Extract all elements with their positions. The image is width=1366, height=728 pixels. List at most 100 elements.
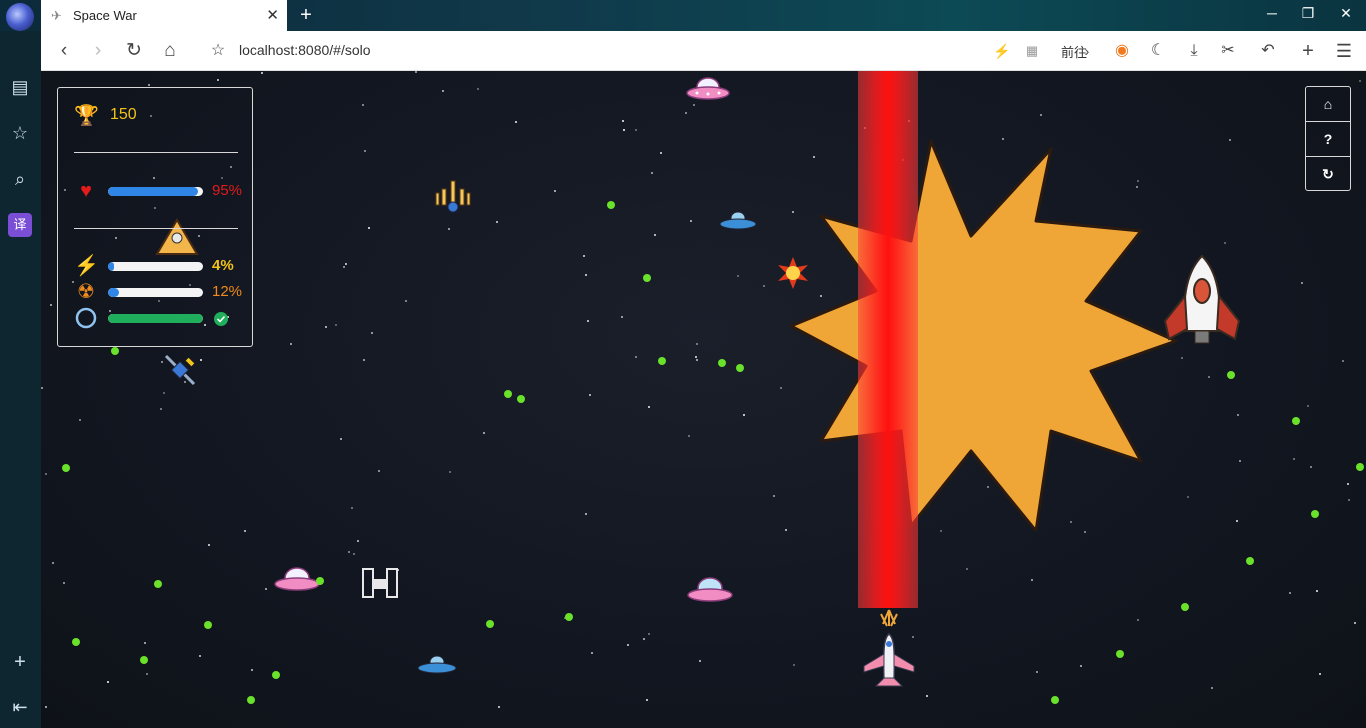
- energy-particle: [72, 638, 80, 646]
- translate-icon[interactable]: 译: [8, 213, 32, 237]
- star: [1208, 376, 1210, 378]
- trophy-icon: 🏆: [74, 105, 99, 127]
- star: [217, 79, 219, 81]
- star: [926, 695, 928, 697]
- star: [1293, 458, 1295, 460]
- radiation-icon: ☢: [77, 281, 95, 303]
- star: [648, 633, 650, 635]
- star: [623, 129, 625, 131]
- home-nav-button[interactable]: ⌂: [159, 40, 181, 62]
- reader-icon[interactable]: ▤: [8, 75, 32, 99]
- energy-bar: [108, 262, 203, 271]
- hud-panel: 🏆 150 ♥ 95% ⚡ 4% ☢ 12%: [57, 87, 253, 347]
- star: [1229, 139, 1231, 141]
- new-tab-plus-icon[interactable]: +: [1297, 40, 1319, 62]
- favorites-star-icon[interactable]: ☆: [8, 121, 32, 145]
- screenshot-scissors-icon[interactable]: ✂: [1217, 40, 1239, 62]
- health-percent: 95%: [212, 182, 243, 199]
- star: [498, 706, 500, 708]
- tab-close-icon[interactable]: ✕: [266, 6, 279, 24]
- energy-particle: [1311, 510, 1319, 518]
- star: [63, 582, 65, 584]
- lifebuoy-icon[interactable]: ◉: [1111, 40, 1133, 62]
- undo-icon[interactable]: ↶: [1257, 40, 1279, 62]
- star: [45, 706, 47, 708]
- menu-icon[interactable]: ☰: [1333, 40, 1355, 62]
- browser-tab[interactable]: ✈ Space War ✕: [41, 0, 287, 31]
- star: [1348, 499, 1350, 501]
- energy-particle: [1116, 650, 1124, 658]
- energy-particle: [111, 347, 119, 355]
- hud-divider: [74, 152, 238, 153]
- star: [1316, 590, 1318, 592]
- star: [793, 664, 795, 666]
- bookmark-star-icon[interactable]: ☆: [207, 40, 229, 62]
- search-icon[interactable]: ⌕: [8, 167, 32, 191]
- dark-mode-icon[interactable]: ☾: [1147, 40, 1169, 62]
- collapse-sidebar-icon[interactable]: ⇤: [8, 695, 32, 719]
- star: [583, 255, 585, 257]
- star: [1347, 483, 1349, 485]
- tab-favicon-icon: ✈: [51, 7, 62, 23]
- check-circle-icon: [214, 312, 228, 331]
- star: [763, 285, 765, 287]
- back-button[interactable]: ‹: [53, 40, 75, 62]
- energy-particle: [607, 201, 615, 209]
- star: [1211, 687, 1213, 689]
- minimize-button[interactable]: ─: [1262, 5, 1282, 21]
- question-icon[interactable]: ?: [1306, 122, 1350, 157]
- star: [45, 473, 47, 475]
- shield-bar: [108, 314, 203, 323]
- add-panel-icon[interactable]: +: [8, 650, 32, 674]
- star: [635, 129, 637, 131]
- close-window-button[interactable]: ✕: [1336, 5, 1356, 22]
- star: [515, 121, 517, 123]
- nuke-bar: [108, 288, 203, 297]
- address-bar[interactable]: localhost:8080/#/solo: [239, 42, 371, 58]
- flash-icon[interactable]: ⚡: [991, 40, 1013, 62]
- star: [107, 681, 109, 683]
- heart-icon: ♥: [80, 180, 92, 202]
- energy-particle: [62, 464, 70, 472]
- star: [442, 90, 444, 92]
- browser-titlebar: ✈ Space War ✕ + ─ ❐ ✕: [0, 0, 1366, 31]
- star: [52, 562, 54, 564]
- ufo-blue-small-icon: [417, 655, 457, 674]
- star: [591, 652, 593, 654]
- qr-icon[interactable]: ▦: [1021, 40, 1043, 62]
- star: [587, 320, 589, 322]
- refresh-icon[interactable]: ↻: [1306, 157, 1350, 192]
- restore-button[interactable]: ❐: [1298, 5, 1318, 22]
- star: [290, 343, 292, 345]
- star: [1237, 414, 1239, 416]
- star: [654, 234, 656, 236]
- star: [261, 72, 263, 74]
- star: [448, 228, 450, 230]
- star: [1137, 619, 1139, 621]
- browser-logo-icon[interactable]: [6, 3, 34, 31]
- star: [353, 553, 355, 555]
- browser-navbar: ‹ › ↻ ⌂ ☆ localhost:8080/#/solo ⚡ ▦ 前往 ›…: [41, 31, 1366, 71]
- energy-percent: 4%: [212, 257, 234, 274]
- star: [160, 408, 162, 410]
- star: [651, 172, 653, 174]
- star: [325, 326, 327, 328]
- star: [627, 644, 629, 646]
- nuke-percent: 12%: [212, 283, 243, 300]
- star: [351, 507, 353, 509]
- forward-button[interactable]: ›: [87, 40, 109, 62]
- star: [362, 104, 364, 106]
- home-icon[interactable]: ⌂: [1306, 87, 1350, 122]
- reload-button[interactable]: ↻: [123, 40, 145, 62]
- star: [773, 495, 775, 497]
- star: [1342, 360, 1344, 362]
- star: [200, 359, 202, 361]
- download-icon[interactable]: ⤓: [1183, 40, 1205, 62]
- energy-particle: [140, 656, 148, 664]
- game-canvas[interactable]: 🏆 150 ♥ 95% ⚡ 4% ☢ 12% ⌂ ? ↻: [41, 71, 1366, 728]
- new-tab-button[interactable]: +: [296, 4, 316, 26]
- satellite-icon: [164, 354, 196, 386]
- lightning-icon: ⚡: [74, 255, 99, 277]
- explosion-icon: [789, 139, 1178, 531]
- star: [621, 316, 623, 318]
